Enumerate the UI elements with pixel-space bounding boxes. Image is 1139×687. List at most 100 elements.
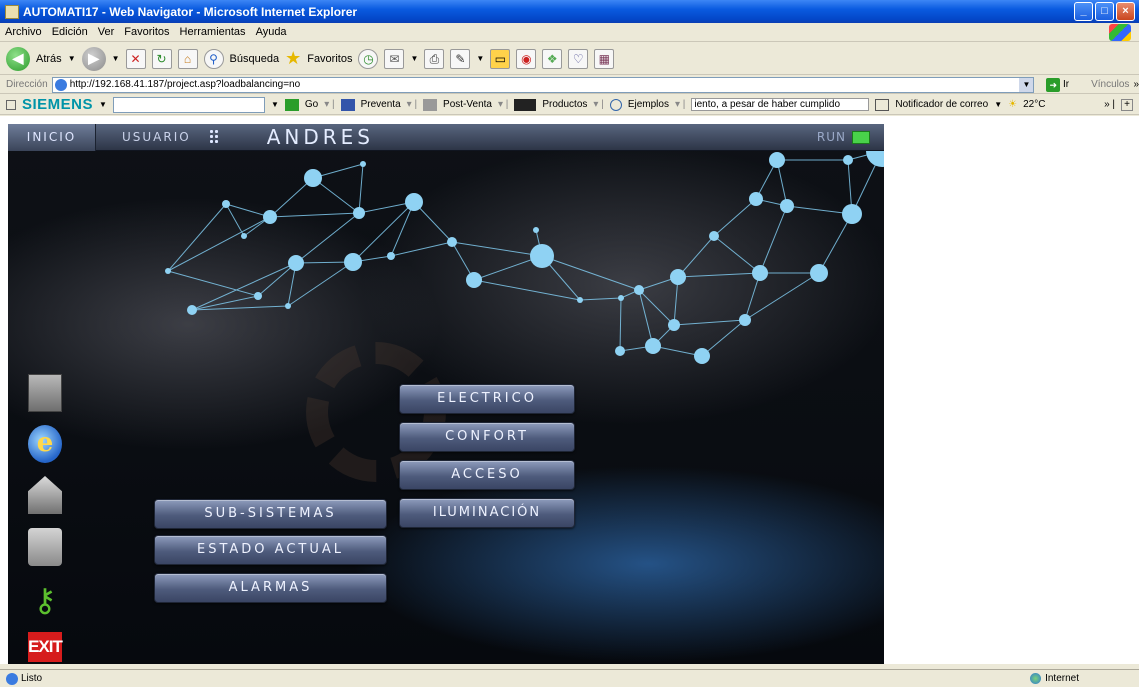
sub-sistemas-button[interactable]: SUB-SISTEMAS [154, 499, 387, 529]
weather-temperature[interactable]: 22°C [1023, 99, 1045, 110]
network-link [167, 203, 227, 272]
network-node [165, 268, 171, 274]
close-button[interactable]: × [1116, 2, 1135, 21]
mail-icon[interactable]: ✉ [384, 48, 405, 69]
siemens-chevron-icon[interactable]: » | [1104, 99, 1115, 110]
favorites-button[interactable]: Favoritos [307, 53, 352, 65]
key-icon[interactable]: ⚷ [28, 582, 62, 620]
address-url: http://192.168.41.187/project.asp?loadba… [69, 79, 301, 90]
home-icon[interactable]: ⌂ [177, 48, 198, 69]
alarmas-button[interactable]: ALARMAS [154, 573, 387, 603]
minimize-button[interactable]: _ [1074, 2, 1093, 21]
mail-notifier-button[interactable]: Notificador de correo [895, 99, 988, 110]
address-label: Dirección [6, 79, 48, 90]
forward-arrow-icon[interactable]: ▶ [81, 46, 106, 71]
refresh-icon[interactable]: ↻ [151, 48, 172, 69]
network-node [634, 285, 644, 295]
network-node [739, 314, 751, 326]
address-dropdown-icon[interactable]: ▼ [1019, 77, 1034, 92]
stop-icon[interactable]: ✕ [125, 48, 146, 69]
inicio-button[interactable]: INICIO [8, 124, 96, 151]
internet-explorer-icon[interactable]: e [28, 425, 62, 463]
siemens-logo[interactable]: SIEMENS [22, 96, 93, 113]
acceso-button[interactable]: ACCESO [399, 460, 575, 490]
menu-ayuda[interactable]: Ayuda [251, 26, 292, 38]
window-title-bar[interactable]: AUTOMATI17 - Web Navigator - Microsoft I… [0, 0, 1139, 23]
search-button[interactable]: Búsqueda [230, 53, 280, 65]
research-icon[interactable]: ❖ [542, 48, 563, 69]
network-node [405, 193, 423, 211]
links-chevron-icon[interactable]: » [1133, 79, 1139, 90]
exit-icon[interactable]: EXIT [28, 632, 63, 662]
favorites-star-icon[interactable]: ★ [285, 48, 301, 69]
menu-herramientas[interactable]: Herramientas [175, 26, 251, 38]
mail-dropdown-icon[interactable]: ▼ [410, 54, 418, 63]
edit-dropdown-icon[interactable]: ▼ [476, 54, 484, 63]
menu-favoritos[interactable]: Favoritos [119, 26, 174, 38]
window-controls: _ □ × [1074, 2, 1135, 21]
network-node [360, 161, 366, 167]
status-text: Listo [21, 673, 43, 684]
iluminacion-button[interactable]: ILUMINACIÓN [399, 498, 575, 528]
notifier-dropdown-icon[interactable]: ▼ [994, 100, 1002, 109]
electrico-button[interactable]: ELECTRICO [399, 384, 575, 414]
preventa-button[interactable]: Preventa [361, 99, 401, 110]
print-icon[interactable]: ⎙ [424, 48, 445, 69]
forward-dropdown-icon[interactable]: ▼ [112, 54, 120, 63]
menu-edicion[interactable]: Edición [47, 26, 93, 38]
add-button[interactable]: + [1121, 98, 1133, 111]
ejemplos-button[interactable]: Ejemplos [628, 99, 669, 110]
messenger-icon[interactable]: ◉ [516, 48, 537, 69]
status-bar: Listo Internet [0, 669, 1139, 687]
menu-ver[interactable]: Ver [93, 26, 120, 38]
menu-archivo[interactable]: Archivo [0, 26, 47, 38]
history-icon[interactable]: ◷ [358, 48, 379, 69]
siemens-go-button[interactable]: Go [305, 99, 318, 110]
usuario-label: USUARIO [122, 130, 191, 144]
estado-actual-button[interactable]: ESTADO ACTUAL [154, 535, 387, 565]
network-node [466, 272, 482, 288]
siemens-search-input[interactable] [112, 96, 265, 113]
back-arrow-icon[interactable]: ◀ [6, 46, 30, 71]
address-input[interactable]: http://192.168.41.187/project.asp?loadba… [51, 76, 1035, 93]
productos-button[interactable]: Productos [542, 99, 587, 110]
links-button[interactable]: Vínculos [1091, 79, 1129, 90]
folder-icon[interactable]: ▭ [490, 48, 511, 69]
address-bar: Dirección http://192.168.41.187/project.… [0, 76, 1139, 94]
network-link [167, 216, 271, 272]
network-link [638, 289, 675, 326]
go-button[interactable]: Ir [1063, 79, 1069, 90]
confort-button[interactable]: CONFORT [399, 422, 575, 452]
news-ticker[interactable]: iento, a pesar de haber cumplido [691, 98, 870, 111]
network-node [668, 319, 680, 331]
go-arrow-icon[interactable]: ➜ [1046, 77, 1060, 92]
user-icon[interactable] [28, 528, 62, 566]
edit-icon[interactable]: ✎ [450, 48, 471, 69]
network-node [254, 292, 262, 300]
bookmark-icon[interactable]: ▦ [594, 48, 615, 69]
network-node [694, 348, 710, 364]
search-icon[interactable]: ⚲ [203, 48, 224, 69]
network-node [842, 204, 862, 224]
network-node [645, 338, 661, 354]
shield-icon[interactable]: ♡ [568, 48, 589, 69]
siemens-toolbar: SIEMENS ▼ ▼ Go ▾ | Preventa ▾ | Post-Ven… [0, 95, 1139, 115]
zone-label: Internet [1045, 673, 1079, 684]
back-button[interactable]: Atrás [36, 53, 62, 65]
weather-sun-icon: ☀ [1008, 99, 1018, 110]
network-node [577, 297, 583, 303]
siemens-dropdown-icon[interactable]: ▼ [99, 100, 107, 109]
network-link [677, 235, 715, 278]
postventa-button[interactable]: Post-Venta [443, 99, 492, 110]
back-dropdown-icon[interactable]: ▼ [68, 54, 76, 63]
network-node [222, 200, 230, 208]
globe-icon [1030, 673, 1042, 684]
go-icon [284, 98, 299, 111]
network-node [353, 207, 365, 219]
user-name: ANDRES [266, 125, 374, 149]
search-dropdown-icon[interactable]: ▼ [271, 100, 279, 109]
maximize-button[interactable]: □ [1095, 2, 1114, 21]
camera-icon[interactable] [28, 374, 62, 412]
page-status-icon [6, 672, 18, 685]
network-link [673, 319, 746, 326]
